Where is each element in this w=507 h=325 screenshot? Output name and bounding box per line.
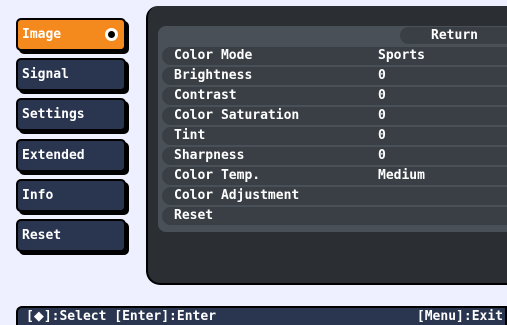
help-bracket: [ bbox=[26, 309, 34, 324]
setting-value: Medium bbox=[378, 168, 425, 183]
setting-row-color-mode[interactable]: Color Mode Sports bbox=[162, 47, 507, 65]
setting-label: Reset bbox=[174, 208, 214, 223]
setting-value: 0 bbox=[378, 68, 386, 83]
sidebar-item-label: Settings bbox=[22, 107, 85, 122]
help-select-text: ]:Select [Enter]:Enter bbox=[43, 309, 217, 324]
setting-row-color-saturation[interactable]: Color Saturation 0 bbox=[162, 107, 507, 125]
sidebar-item-label: Signal bbox=[22, 67, 69, 82]
sidebar-item-label: Reset bbox=[22, 228, 62, 243]
setting-row-reset[interactable]: Reset bbox=[162, 207, 507, 225]
up-down-arrow-icon: ◆ bbox=[33, 309, 44, 324]
setting-value: 0 bbox=[378, 108, 386, 123]
setting-row-color-adjustment[interactable]: Color Adjustment bbox=[162, 187, 507, 205]
setting-label: Color Saturation bbox=[174, 108, 300, 123]
setting-label: Color Adjustment bbox=[174, 188, 300, 203]
setting-row-brightness[interactable]: Brightness 0 bbox=[162, 67, 507, 85]
setting-row-tint[interactable]: Tint 0 bbox=[162, 127, 507, 145]
setting-row-color-temp[interactable]: Color Temp. Medium bbox=[162, 167, 507, 185]
setting-label: Sharpness bbox=[174, 148, 245, 163]
help-bar: [◆]:Select [Enter]:Enter [Menu]:Exit bbox=[16, 306, 507, 325]
sidebar-item-label: Extended bbox=[22, 148, 85, 163]
setting-label: Color Temp. bbox=[174, 168, 261, 183]
setting-label: Contrast bbox=[174, 88, 237, 103]
setting-value: 0 bbox=[378, 88, 386, 103]
sidebar-item-image[interactable]: Image bbox=[16, 18, 126, 51]
image-settings-panel: Return Color Mode Sports Brightness 0 Co… bbox=[146, 6, 507, 285]
setting-value: Sports bbox=[378, 48, 425, 63]
sidebar-item-extended[interactable]: Extended bbox=[16, 139, 126, 172]
setting-value: 0 bbox=[378, 128, 386, 143]
sidebar-item-settings[interactable]: Settings bbox=[16, 98, 126, 131]
setting-label: Color Mode bbox=[174, 48, 253, 63]
sidebar-item-signal[interactable]: Signal bbox=[16, 58, 126, 91]
help-select-enter: [◆]:Select [Enter]:Enter bbox=[26, 308, 216, 325]
setting-row-sharpness[interactable]: Sharpness 0 bbox=[162, 147, 507, 165]
sidebar-item-label: Info bbox=[22, 188, 54, 203]
enter-icon bbox=[105, 28, 118, 41]
setting-row-contrast[interactable]: Contrast 0 bbox=[162, 87, 507, 105]
help-exit: [Menu]:Exit bbox=[416, 309, 503, 324]
setting-label: Tint bbox=[174, 128, 206, 143]
return-button[interactable]: Return bbox=[400, 27, 507, 44]
setting-value: 0 bbox=[378, 148, 386, 163]
sidebar-item-info[interactable]: Info bbox=[16, 179, 126, 212]
setting-label: Brightness bbox=[174, 68, 253, 83]
sidebar-item-label: Image bbox=[22, 27, 62, 42]
sidebar-item-reset[interactable]: Reset bbox=[16, 219, 126, 252]
